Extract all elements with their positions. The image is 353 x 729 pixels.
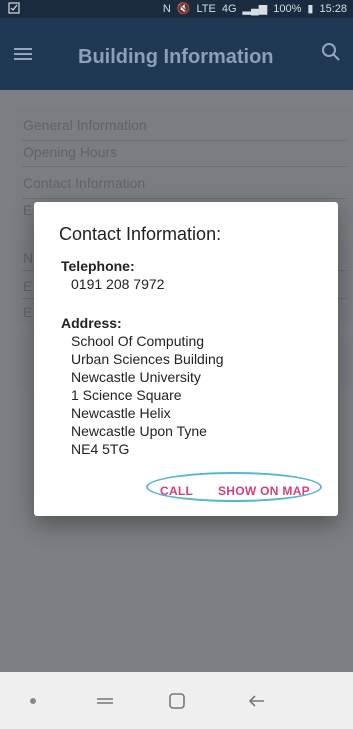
mute-icon: 🔇 — [176, 3, 191, 15]
address-line: Newcastle University — [71, 369, 201, 385]
address-line: 1 Science Square — [71, 387, 182, 403]
battery-level: 100% — [273, 2, 302, 15]
list-item-e2[interactable]: E — [23, 278, 32, 294]
clock: 15:28 — [319, 2, 347, 15]
page-title: Building Information — [78, 46, 274, 68]
dot-icon — [30, 698, 36, 704]
menu-icon[interactable] — [14, 48, 32, 60]
call-button[interactable]: CALL — [160, 484, 193, 498]
system-nav-bar — [0, 672, 353, 729]
list-item-e3[interactable]: E — [23, 304, 32, 320]
telephone-label: Telephone: — [61, 258, 135, 274]
show-on-map-button[interactable]: SHOW ON MAP — [218, 484, 310, 498]
network-type: 4G — [221, 2, 237, 15]
search-icon[interactable] — [321, 42, 341, 62]
list-item-general[interactable]: General Information — [23, 117, 147, 133]
notification-icon — [8, 2, 20, 17]
signal-icon: ▂▄▆ — [242, 3, 268, 15]
battery-icon: ▮ — [307, 3, 314, 15]
address-line: Newcastle Upon Tyne — [71, 423, 207, 439]
recent-apps-icon[interactable] — [94, 690, 116, 712]
app-bar: Building Information — [0, 18, 353, 90]
telephone-value: 0191 208 7972 — [71, 276, 165, 292]
contact-dialog: Contact Information: Telephone: 0191 208… — [34, 202, 338, 516]
back-icon[interactable] — [246, 690, 268, 712]
address-line: NE4 5TG — [71, 441, 130, 457]
home-icon[interactable] — [166, 690, 188, 712]
status-bar: N 🔇 LTE 4G ▂▄▆ 100% ▮ 15:28 — [0, 0, 353, 18]
address-label: Address: — [61, 315, 122, 331]
list-item-contact[interactable]: Contact Information — [23, 175, 145, 191]
address-line: School Of Computing — [71, 333, 205, 349]
list-item-n[interactable]: N — [23, 250, 33, 266]
status-indicators: N 🔇 LTE 4G ▂▄▆ 100% ▮ 15:28 — [162, 2, 347, 16]
address-line: Newcastle Helix — [71, 405, 171, 421]
nfc-icon: N — [162, 2, 171, 15]
address-line: Urban Sciences Building — [71, 351, 224, 367]
volte-indicator: LTE — [196, 2, 216, 15]
list-item-opening-hours[interactable]: Opening Hours — [23, 144, 117, 160]
dialog-title: Contact Information: — [59, 224, 222, 244]
list-item-e[interactable]: E — [23, 202, 32, 218]
